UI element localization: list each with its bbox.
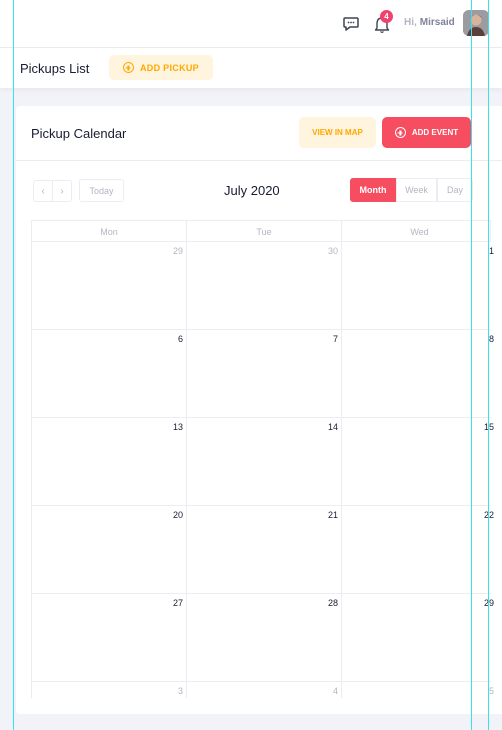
calendar-day-cell[interactable]: 21 [187,506,342,594]
calendar-week-row: 20 21 22 [31,506,494,594]
calendar-day-cell[interactable]: 4 [187,682,342,698]
top-header: 4 Hi, Mirsaid [0,0,502,48]
day-number: 6 [177,334,183,344]
view-day-button[interactable]: Day [437,178,473,202]
calendar-day-cell[interactable]: 8 [342,330,497,418]
user-avatar-icon [463,10,489,36]
guide-line [488,0,489,730]
weekday-label: Wed [410,226,429,237]
notifications-button[interactable]: 4 [374,10,394,33]
calendar-week-row: 6 7 8 [31,330,494,418]
plus-circle-icon [394,127,406,138]
view-week-button[interactable]: Week [396,178,437,202]
add-pickup-button[interactable]: ADD PICKUP [109,55,213,80]
add-pickup-label: ADD PICKUP [139,62,199,73]
today-button[interactable]: Today [79,179,124,202]
calendar-day-cell[interactable]: 29 [342,594,497,682]
day-number: 4 [332,686,338,696]
add-event-label: ADD EVENT [411,128,459,137]
guide-line [13,0,14,730]
calendar-day-cell[interactable]: 6 [32,330,187,418]
next-month-button[interactable]: › [52,180,72,202]
calendar-week-row: 3 4 5 [31,682,494,698]
view-month-button[interactable]: Month [350,178,396,202]
day-number: 21 [327,510,338,520]
day-number: 30 [327,246,338,256]
day-number: 29 [172,246,183,256]
day-number: 5 [488,686,494,696]
subheader: Pickups List ADD PICKUP [0,48,502,88]
calendar-day-cell[interactable]: 22 [342,506,497,594]
greeting-text: Hi, [404,17,417,28]
day-number: 3 [177,686,183,696]
day-number: 7 [332,334,338,344]
guide-line [471,0,472,730]
view-in-map-button[interactable]: VIEW IN MAP [299,117,376,148]
chat-icon[interactable] [342,15,360,33]
add-event-button[interactable]: ADD EVENT [382,117,471,148]
calendar-day-cell[interactable]: 3 [32,682,187,698]
calendar-day-cell[interactable]: 14 [187,418,342,506]
calendar-day-cell[interactable]: 13 [32,418,187,506]
calendar-day-cell[interactable]: 7 [187,330,342,418]
card-title: Pickup Calendar [31,126,127,141]
notification-badge: 4 [380,10,393,23]
calendar-day-cell[interactable]: 1 [342,242,497,330]
calendar-week-row: 29 30 1 [31,242,494,330]
user-greeting[interactable]: Hi, Mirsaid [404,17,455,28]
day-number: 13 [172,422,183,432]
prev-month-button[interactable]: ‹ [33,180,53,202]
calendar-day-cell[interactable]: 5 [342,682,497,698]
calendar-day-cell[interactable]: 15 [342,418,497,506]
day-number: 28 [327,598,338,608]
day-number: 8 [488,334,494,344]
calendar-day-cell[interactable]: 20 [32,506,187,594]
day-number: 1 [488,246,494,256]
calendar-week-row: 13 14 15 [31,418,494,506]
weekday-label: Tue [187,221,342,242]
weekday-label: Mon [32,221,187,242]
day-number: 27 [172,598,183,608]
calendar-day-cell[interactable]: 29 [32,242,187,330]
avatar[interactable] [463,10,489,36]
page-title: Pickups List [20,61,90,76]
calendar-month-title: July 2020 [224,183,280,198]
day-number: 20 [172,510,183,520]
calendar-weekday-header: Mon Tue Wed [31,220,491,242]
day-number: 14 [327,422,338,432]
user-name: Mirsaid [419,17,455,28]
card-header: Pickup Calendar VIEW IN MAP ADD EVENT [16,106,502,161]
calendar-day-cell[interactable]: 27 [32,594,187,682]
calendar-day-cell[interactable]: 28 [187,594,342,682]
calendar-week-row: 27 28 29 [31,594,494,682]
plus-circle-icon [122,62,134,73]
calendar-day-cell[interactable]: 30 [187,242,342,330]
